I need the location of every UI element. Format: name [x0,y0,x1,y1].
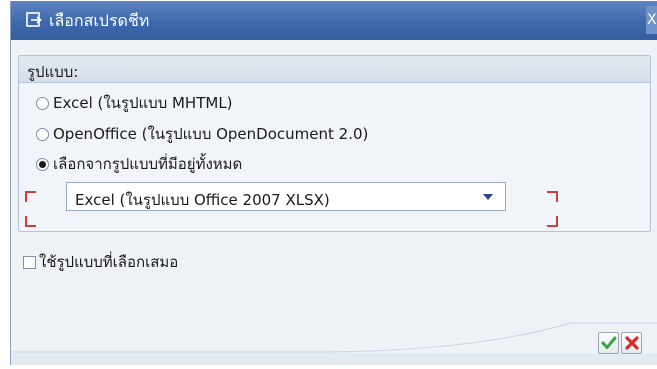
focus-corner [25,216,36,227]
always-use-label: ใช้รูปแบบที่เลือกเสมอ [39,253,179,271]
cancel-button[interactable] [621,332,642,354]
format-select[interactable]: Excel (ในรูปแบบ Office 2007 XLSX) [66,182,506,211]
radio-button[interactable] [36,127,49,141]
always-use-format-checkbox-row[interactable]: ใช้รูปแบบที่เลือกเสมอ [23,250,178,274]
radio-excel-mhtml[interactable]: Excel (ในรูปแบบ MHTML) [36,92,233,114]
dialog-title: เลือกสเปรดชีท [49,11,150,30]
ok-button[interactable] [598,332,619,354]
radio-choose-from-all[interactable]: เลือกจากรูปแบบที่มีอยู่ทั้งหมด [36,153,242,175]
dialog-titlebar: เลือกสเปรดชีท X [11,1,657,40]
dialog-icon [25,11,43,29]
radio-label: Excel (ในรูปแบบ MHTML) [53,94,233,112]
radio-openoffice[interactable]: OpenOffice (ในรูปแบบ OpenDocument 2.0) [36,123,368,145]
focus-corner [547,191,558,202]
always-use-checkbox[interactable] [23,255,36,269]
radio-button-selected[interactable] [36,157,49,171]
footer-band [11,353,657,365]
radio-label: เลือกจากรูปแบบที่มีอยู่ทั้งหมด [53,155,243,173]
format-group-title: รูปแบบ: [27,63,79,81]
red-cross-icon [625,336,639,350]
format-group: รูปแบบ: Excel (ในรูปแบบ MHTML) OpenOffic… [18,55,651,232]
green-checkmark-icon [601,336,617,349]
close-button[interactable]: X [646,6,657,34]
select-spreadsheet-dialog: เลือกสเปรดชีท X รูปแบบ: Excel (ในรูปแบบ … [10,1,657,365]
format-group-header: รูปแบบ: [19,56,650,83]
dropdown-arrow-icon[interactable] [483,194,493,200]
footer-divider [11,322,657,353]
focus-corner [25,191,36,202]
radio-label: OpenOffice (ในรูปแบบ OpenDocument 2.0) [53,125,369,143]
radio-button[interactable] [36,96,49,110]
format-select-value: Excel (ในรูปแบบ Office 2007 XLSX) [75,191,330,209]
focus-corner [547,216,558,227]
